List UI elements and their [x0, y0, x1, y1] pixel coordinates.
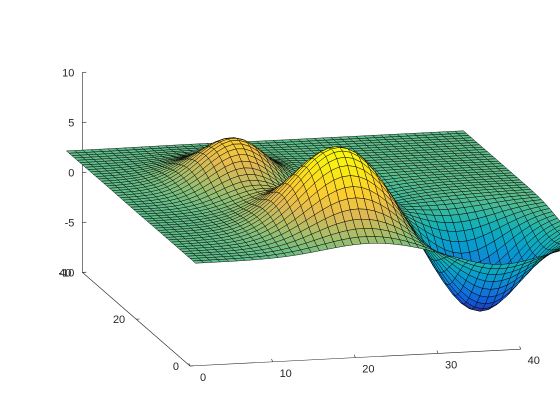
z-tick-label: -10: [58, 267, 74, 279]
z-tick-label: 5: [68, 117, 74, 129]
figure: 0 10 20 30 40 0 20 40 -10 -5 0 5 10: [0, 0, 560, 420]
x-tick-mark: [436, 350, 439, 354]
z-tick-label: 0: [68, 167, 74, 179]
x-tick-label: 20: [362, 364, 374, 376]
y-tick-label: 0: [173, 361, 179, 373]
surface-plot: 0 10 20 30 4002040-10-50510: [58, 67, 560, 384]
x-tick-mark: [519, 346, 522, 350]
surface-mesh: [66, 130, 560, 312]
z-tick-label: 10: [62, 67, 74, 79]
x-tick-label: 30: [445, 359, 457, 371]
x-tick-label: 0: [200, 372, 206, 384]
x-tick-label: 10: [280, 368, 292, 380]
x-tick-label: 40: [528, 355, 540, 367]
y-tick-label: 20: [113, 314, 125, 326]
z-tick-label: -5: [65, 217, 75, 229]
x-tick-mark: [353, 354, 356, 358]
x-tick-mark: [271, 358, 273, 362]
